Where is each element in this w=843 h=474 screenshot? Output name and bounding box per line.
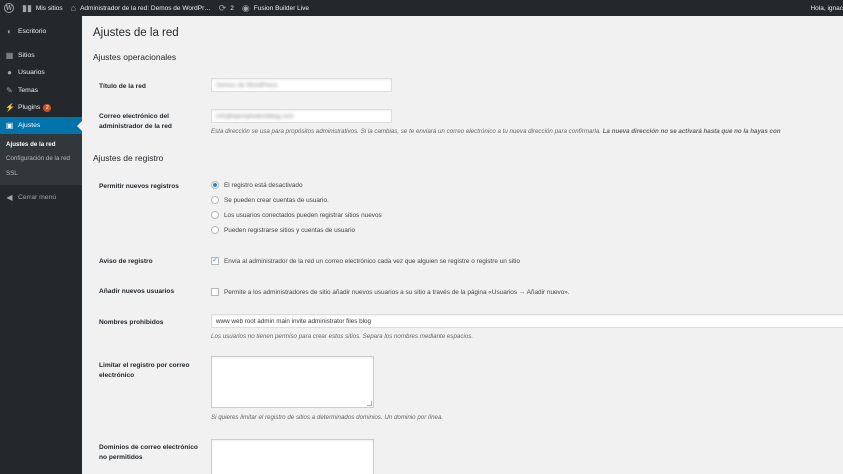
themes-icon: ✎ [6,85,13,95]
reg-option-all[interactable]: Pueden registrarse sitios y cuentas de u… [211,226,355,234]
sidebar-item-temas[interactable]: ✎ Temas [0,82,82,100]
fusion-builder-menu[interactable]: ◉ Fusion Builder Live [238,0,313,16]
sidebar-item-label: Temas [18,86,39,94]
sidebar-item-label: Sitios [18,51,35,59]
admin-email-label: Correo electrónico del administrador de … [99,112,172,132]
registration-settings-title: Ajustes de registro [93,153,164,163]
resize-handle-icon[interactable] [367,401,372,406]
limited-email-label-line2: electrónico [99,372,135,379]
operational-settings-title: Ajustes operacionales [93,52,177,62]
page-title: Ajustes de la red [93,27,179,39]
network-title-label: Título de la red [99,83,146,90]
sites-icon: ▦ [5,50,14,60]
banned-email-domains-textarea[interactable] [211,439,374,474]
updates-menu[interactable]: ⟳ 2 [215,0,238,16]
radio-button[interactable] [211,226,219,234]
my-sites-label: Mis sitios [35,4,63,12]
registration-notice-label: Aviso de registro [99,258,153,265]
sidebar-item-label: Ajustes [18,121,41,129]
my-sites-icon: ▮▮ [22,3,32,13]
checkbox-checked[interactable]: ✓ [211,257,219,265]
submenu-item-network-settings[interactable]: Ajustes de la red [0,137,82,152]
reg-option-disabled[interactable]: El registro está desactivado [211,181,303,189]
allow-registration-label: Permitir nuevos registros [99,183,179,190]
banned-names-input[interactable]: www web root admin main invite administr… [211,314,843,328]
wp-logo-menu[interactable]: W [0,0,18,16]
sidebar-item-label: Escritorio [18,28,47,36]
submenu-item-network-setup[interactable]: Configuración de la red [0,152,82,167]
main-content: Ajustes de la red Ajustes operacionales … [82,16,843,474]
admin-email-label-line2: administrador de la red [99,123,172,130]
banned-names-value: www web root admin main invite administr… [216,317,372,325]
site-name-menu[interactable]: ⌂ Administrador de la red: Demos de Word… [67,0,215,16]
sidebar-item-escritorio[interactable]: ◐ Escritorio [0,23,82,41]
limited-email-label-line1: Limitar el registro por correo [99,362,190,369]
banned-names-description: Los usuarios no tienen permiso para crea… [211,333,474,340]
radio-button[interactable] [211,196,219,204]
admin-bar: W ▮▮ Mis sitios ⌂ Administrador de la re… [0,0,843,16]
collapse-icon: ◀ [6,192,13,202]
network-title-value: Demos de WordPress [216,81,278,89]
dashboard-icon: ◐ [7,27,12,37]
admin-sidebar: ◐ Escritorio ▦ Sitios ● Usuarios ✎ Temas… [0,16,82,474]
banned-email-domains-label: Dominios de correo electrónico no permit… [99,443,198,463]
howdy-label: Hola, ignac [810,4,843,12]
banned-email-label-line2: no permitidos [99,454,143,461]
add-new-users-label: Añadir nuevos usuarios [99,288,175,295]
settings-submenu: Ajustes de la red Configuración de la re… [0,134,82,185]
checkbox-unchecked[interactable] [211,288,219,296]
limited-email-domains-description: Si quieres limitar el registro de sitios… [211,414,444,421]
site-name-label: Administrador de la red: Demos de WordPr… [80,4,211,12]
collapse-menu-button[interactable]: ◀ Cerrar menú [0,189,82,207]
reg-option-user[interactable]: Se pueden crear cuentas de usuario. [211,196,329,204]
add-new-users-checkbox-row[interactable]: Permite a los administradores de sitio a… [211,288,570,296]
sidebar-item-label: Plugins [18,104,41,112]
admin-email-label-line1: Correo electrónico del [99,113,169,120]
radio-button[interactable] [211,181,219,189]
registration-notice-checkbox-row[interactable]: ✓ Envía al administrador de la red un co… [211,257,520,265]
sidebar-item-sitios[interactable]: ▦ Sitios [0,47,82,65]
sidebar-item-label: Usuarios [18,69,45,77]
plugins-update-badge: 2 [43,103,52,112]
reg-option-blog[interactable]: Los usuarios conectados pueden registrar… [211,211,382,219]
sidebar-item-plugins[interactable]: ⚡ Plugins 2 [0,99,82,117]
admin-email-input[interactable]: info@ejemplodemiblog.com [211,109,392,123]
fusion-label: Fusion Builder Live [253,4,310,12]
settings-icon: ▣ [5,120,14,130]
wordpress-logo-icon: W [4,3,14,13]
admin-email-value: info@ejemplodemiblog.com [216,112,294,120]
plugins-icon: ⚡ [5,103,15,113]
sidebar-item-usuarios[interactable]: ● Usuarios [0,64,82,82]
submenu-item-ssl[interactable]: SSL [0,166,82,181]
updates-count: 2 [230,4,234,12]
network-title-input[interactable]: Demos de WordPress [211,78,392,92]
my-sites-menu[interactable]: ▮▮ Mis sitios [18,0,67,16]
limited-email-domains-label: Limitar el registro por correo electróni… [99,361,190,381]
updates-icon: ⟳ [218,3,227,13]
home-icon: ⌂ [70,3,77,13]
limited-email-domains-textarea[interactable] [211,356,374,408]
my-account-menu[interactable]: Hola, ignac [806,0,843,16]
sidebar-item-ajustes[interactable]: ▣ Ajustes [0,116,82,134]
collapse-label: Cerrar menú [18,193,57,201]
radio-button[interactable] [211,211,219,219]
admin-email-description: Esta dirección se usa para propósitos ad… [211,128,781,135]
users-icon: ● [7,68,12,78]
banned-email-label-line1: Dominios de correo electrónico [99,444,198,451]
banned-names-label: Nombres prohibidos [99,319,164,326]
fusion-icon: ◉ [241,3,250,13]
